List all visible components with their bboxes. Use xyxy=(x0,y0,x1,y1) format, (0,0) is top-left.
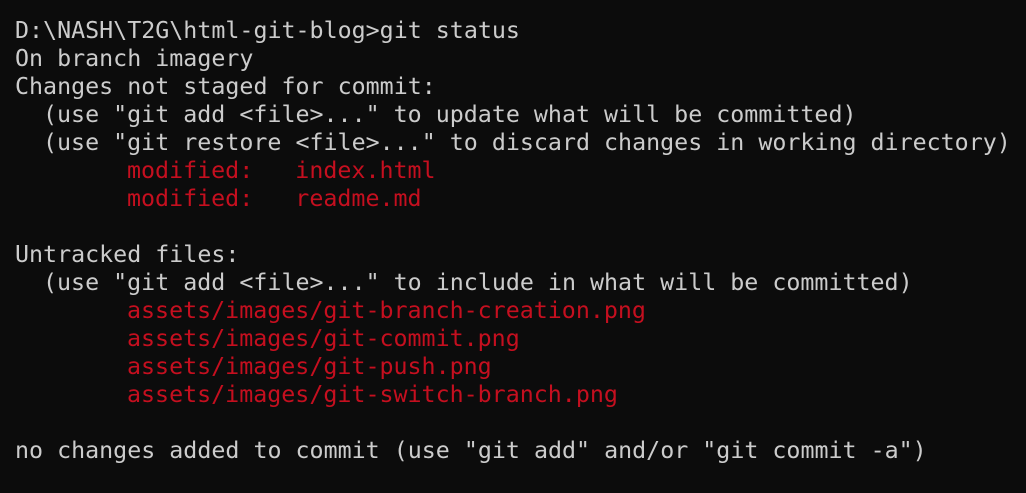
terminal-window[interactable]: D:\NASH\T2G\html-git-blog>git status On … xyxy=(0,0,1026,493)
untracked-file: assets/images/git-push.png xyxy=(127,353,492,380)
untracked-file: assets/images/git-branch-creation.png xyxy=(127,297,646,324)
changes-hint-restore: (use "git restore <file>..." to discard … xyxy=(43,129,1011,156)
modified-file: modified: index.html xyxy=(127,157,436,184)
untracked-file: assets/images/git-commit.png xyxy=(127,325,520,352)
untracked-header: Untracked files: xyxy=(15,241,240,268)
untracked-hint: (use "git add <file>..." to include in w… xyxy=(43,269,913,296)
changes-hint-add: (use "git add <file>..." to update what … xyxy=(43,101,857,128)
changes-header: Changes not staged for commit: xyxy=(15,73,436,100)
branch-line: On branch imagery xyxy=(15,45,254,72)
status-summary: no changes added to commit (use "git add… xyxy=(15,437,927,464)
untracked-file: assets/images/git-switch-branch.png xyxy=(127,381,618,408)
command-prompt-line: D:\NASH\T2G\html-git-blog>git status xyxy=(15,17,520,44)
modified-file: modified: readme.md xyxy=(127,185,422,212)
